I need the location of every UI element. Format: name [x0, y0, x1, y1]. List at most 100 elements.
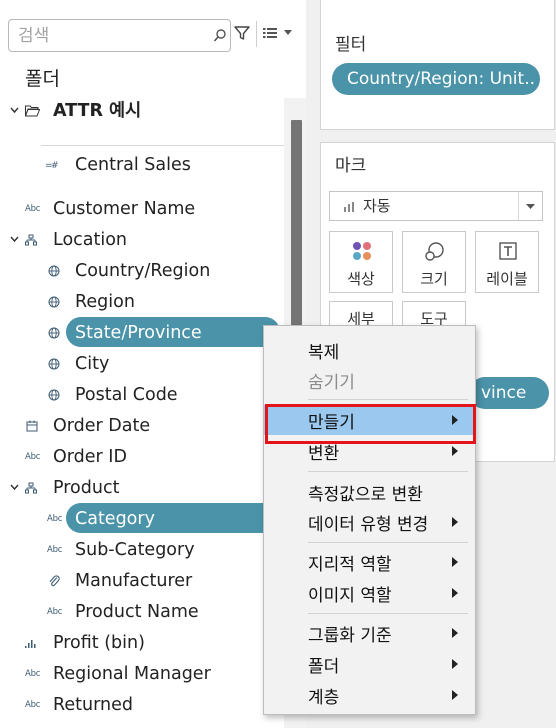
field-label: Profit (bin): [53, 633, 145, 653]
menu-item-change-data-type[interactable]: 데이터 유형 변경: [264, 507, 475, 537]
menu-item-label: 복제: [308, 343, 340, 363]
field-country-region[interactable]: Country/Region: [0, 257, 284, 285]
filters-shelf[interactable]: 필터 Country/Region: Unit..: [320, 0, 555, 130]
submenu-arrow-icon: [452, 557, 458, 567]
field-label: Region: [75, 292, 135, 312]
hierarchy-location[interactable]: Location: [0, 226, 284, 254]
field-order-date[interactable]: Order Date: [0, 412, 284, 440]
field-label: Postal Code: [75, 385, 178, 405]
field-label: Location: [53, 230, 128, 250]
size-mark-button[interactable]: 크기: [402, 231, 466, 293]
color-mark-label: 색상: [347, 270, 375, 288]
label-mark-button[interactable]: 레이블: [475, 231, 539, 293]
menu-item-image-role[interactable]: 이미지 역할: [264, 578, 475, 608]
field-state-province[interactable]: State/Province: [0, 317, 284, 347]
field-returned[interactable]: Abc Returned: [0, 691, 284, 719]
datasource-name: ATTR 예시: [53, 101, 142, 121]
color-mark-button[interactable]: 색상: [329, 231, 393, 293]
hierarchy-product[interactable]: Product: [0, 474, 284, 502]
menu-item-folders[interactable]: 폴더: [264, 649, 475, 679]
field-order-id[interactable]: Abc Order ID: [0, 443, 284, 471]
menu-item-group-by[interactable]: 그룹화 기준: [264, 618, 475, 648]
field-profit-bin[interactable]: Profit (bin): [0, 629, 284, 657]
calendar-icon: [26, 420, 38, 432]
field-manufacturer[interactable]: Manufacturer: [0, 567, 284, 595]
menu-item-geographic-role[interactable]: 지리적 역할: [264, 547, 475, 577]
menu-item-transform[interactable]: 변환: [264, 436, 475, 466]
filters-shelf-title: 필터: [335, 35, 367, 55]
paperclip-icon: [49, 575, 60, 587]
string-type-icon: Abc: [47, 545, 63, 555]
field-customer-name[interactable]: Abc Customer Name: [0, 195, 284, 223]
datasource-row[interactable]: ATTR 예시: [0, 97, 284, 125]
menu-separator: [308, 471, 468, 472]
field-sub-category[interactable]: Abc Sub-Category: [0, 536, 284, 564]
field-label: Customer Name: [53, 199, 196, 219]
field-label: City: [75, 354, 110, 374]
field-postal-code[interactable]: Postal Code: [0, 381, 284, 409]
color-palette-icon: [353, 242, 371, 260]
globe-icon: [48, 265, 60, 277]
marks-card-title: 마크: [335, 156, 367, 176]
field-label: Sub-Category: [75, 540, 195, 560]
menu-item-label: 그룹화 기준: [308, 626, 392, 646]
globe-icon: [48, 358, 60, 370]
menu-item-label: 만들기: [308, 413, 355, 433]
field-central-sales[interactable]: = # Central Sales: [0, 151, 284, 179]
search-input[interactable]: [18, 25, 208, 47]
chevron-down-icon[interactable]: [284, 30, 292, 36]
string-type-icon: Abc: [25, 700, 41, 710]
field-region[interactable]: Region: [0, 288, 284, 316]
list-view-icon[interactable]: [263, 28, 277, 38]
bin-histogram-icon: [25, 640, 36, 648]
field-label: Central Sales: [75, 155, 191, 175]
field-label: Order ID: [53, 447, 127, 467]
submenu-arrow-icon: [452, 588, 458, 598]
menu-item-create[interactable]: 만들기: [264, 404, 476, 444]
submenu-arrow-icon: [452, 690, 458, 700]
field-product-name[interactable]: Abc Product Name: [0, 598, 284, 626]
field-label: Manufacturer: [75, 571, 193, 591]
submenu-arrow-icon: [452, 517, 458, 527]
field-label: Product: [53, 478, 120, 498]
data-pane: 폴더 ATTR 예시 = # Central Sales Abc Custome…: [0, 0, 306, 728]
submenu-arrow-icon: [452, 659, 458, 669]
field-regional-manager[interactable]: Abc Regional Manager: [0, 660, 284, 688]
menu-item-hierarchy[interactable]: 계층: [264, 680, 475, 710]
chevron-down-icon[interactable]: [10, 107, 19, 114]
chevron-down-icon[interactable]: [10, 236, 19, 243]
divider: [518, 192, 519, 220]
chevron-down-icon[interactable]: [526, 204, 535, 210]
menu-item-label: 계층: [308, 688, 340, 708]
marks-field-pill[interactable]: vince: [469, 377, 549, 409]
filter-pill[interactable]: Country/Region: Unit..: [332, 63, 540, 95]
mark-type-dropdown[interactable]: 자동: [329, 191, 543, 221]
menu-item-convert-to-measure[interactable]: 측정값으로 변환: [264, 477, 475, 507]
hierarchy-icon: [25, 482, 37, 494]
menu-item-label: 지리적 역할: [308, 555, 392, 575]
chevron-down-icon[interactable]: [10, 484, 19, 491]
string-type-icon: Abc: [25, 452, 41, 462]
field-category[interactable]: Abc Category: [0, 503, 284, 533]
menu-item-label: 데이터 유형 변경: [308, 515, 429, 535]
divider: [41, 145, 284, 146]
menu-separator: [308, 542, 468, 543]
field-city[interactable]: City: [0, 350, 284, 378]
context-menu: 복제 숨기기 만들기 변환 측정값으로 변환 데이터 유형 변경 지리적 역할 …: [263, 325, 476, 715]
toolbar-divider: [256, 21, 257, 47]
field-label: Category: [75, 509, 155, 529]
string-type-icon: Abc: [25, 204, 41, 214]
globe-icon: [48, 296, 60, 308]
field-label: Regional Manager: [53, 664, 211, 684]
menu-item-duplicate[interactable]: 복제: [264, 335, 475, 365]
automatic-mark-icon: [344, 202, 354, 212]
string-type-icon: Abc: [25, 669, 41, 679]
search-box[interactable]: [8, 19, 231, 52]
field-label: Country/Region: [75, 261, 211, 281]
menu-item-label: 변환: [308, 444, 340, 464]
svg-text:#: #: [51, 161, 59, 170]
field-label: Returned: [53, 695, 133, 715]
filter-icon[interactable]: [233, 24, 251, 42]
submenu-arrow-icon: [452, 446, 458, 456]
search-icon[interactable]: [213, 28, 227, 44]
